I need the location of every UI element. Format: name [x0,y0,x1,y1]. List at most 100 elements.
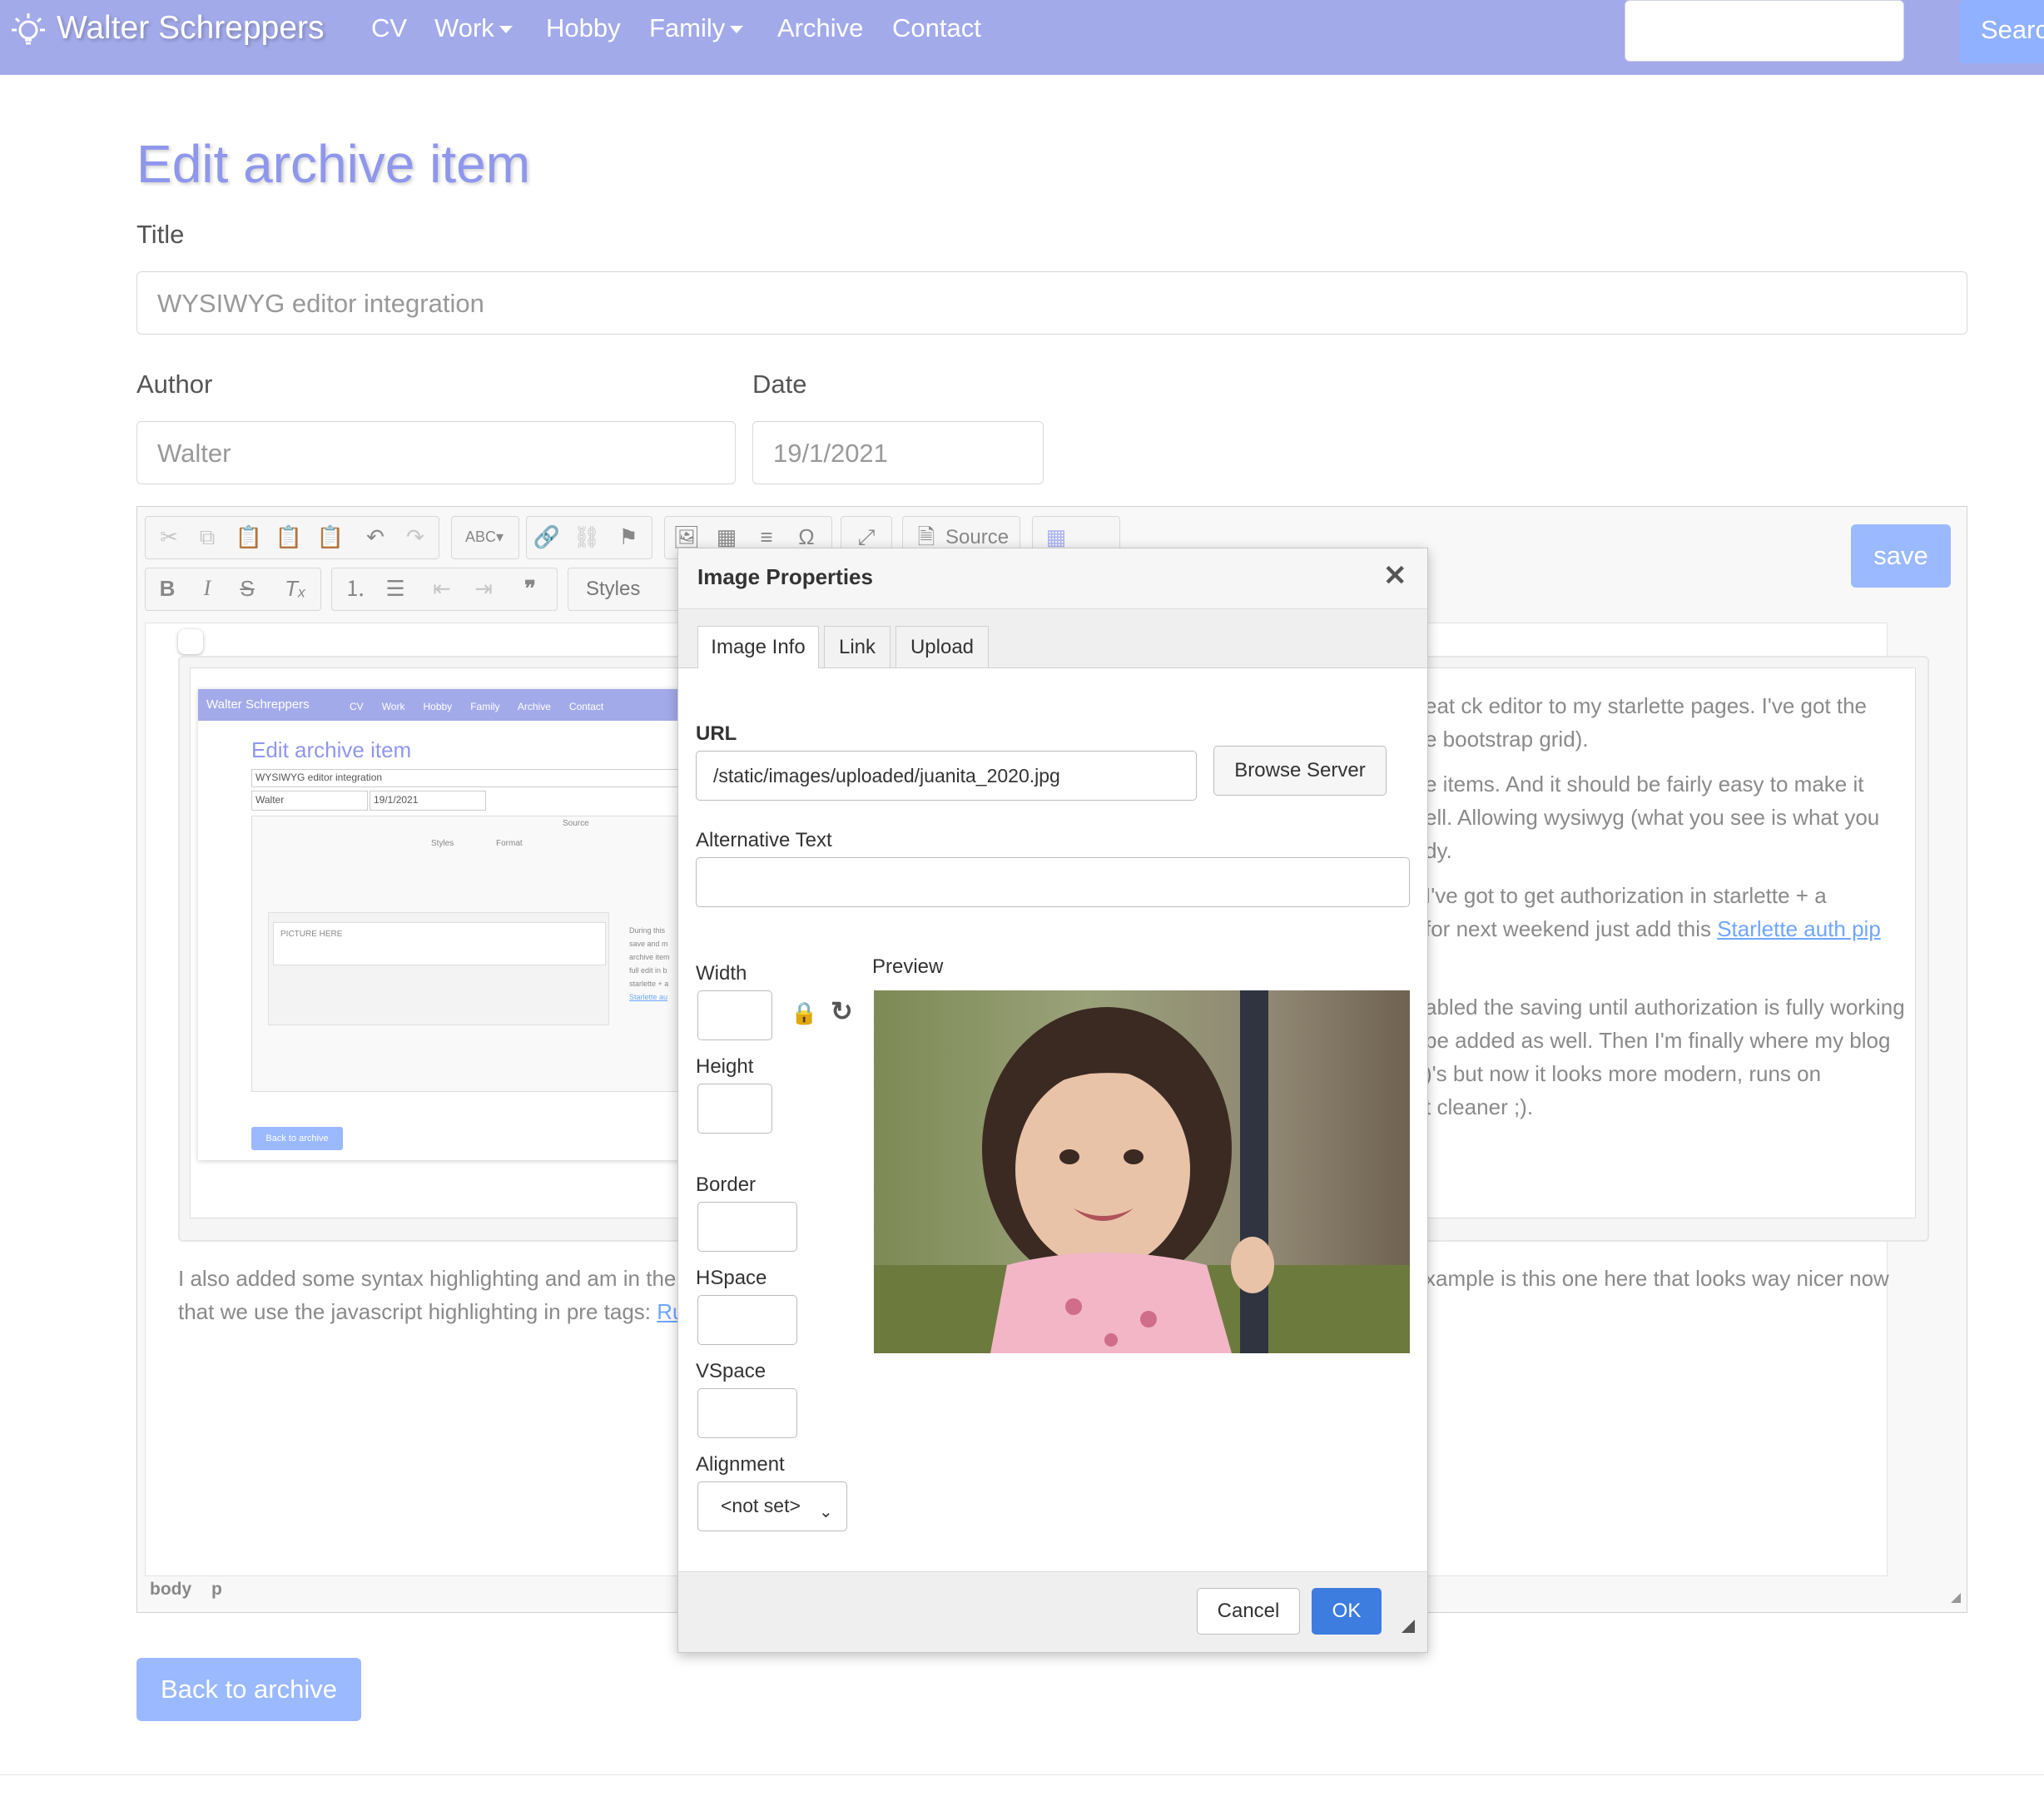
alignment-select-value: <not set> [721,1495,801,1516]
paste-text-icon[interactable]: 📋 [275,523,303,551]
width-input[interactable] [697,990,772,1040]
search-input[interactable] [1625,0,1904,62]
chevron-down-icon [730,26,744,34]
lock-ratio-icon[interactable]: 🔒 [791,1000,817,1026]
url-label: URL [696,722,737,745]
show-blocks-icon[interactable]: ▦ [1042,523,1070,551]
element-path: body p [150,1580,222,1600]
blockquote-icon[interactable]: ❞ [516,574,544,603]
back-to-archive-button[interactable]: Back to archive [136,1658,361,1721]
starlette-auth-link[interactable]: Starlette auth pip [1717,916,1881,941]
preview-label: Preview [872,955,944,978]
alt-text-input[interactable] [696,857,1410,907]
embedded-picture-placeholder: PICTURE HERE [273,922,606,965]
embedded-nav-work: Work [381,701,405,712]
widget-drag-handle[interactable] [178,629,203,654]
text-line: eat ck editor to my starlette pages. I'v… [1425,693,1868,718]
cut-icon[interactable]: ✂ [155,523,183,551]
copy-icon[interactable]: ⧉ [193,523,221,551]
reset-size-icon[interactable]: ↻ [831,995,853,1027]
close-icon[interactable]: ✕ [1383,559,1407,593]
editor-right-paragraphs: eat ck editor to my starlette pages. I'v… [1425,689,1908,1124]
table-icon[interactable]: ▦ [712,523,741,551]
text-line: that we use the javascript highlighting … [178,1299,657,1324]
author-label: Author [136,370,213,399]
border-label: Border [696,1173,757,1196]
tab-image-info[interactable]: Image Info [697,626,819,668]
decrease-indent-icon[interactable]: ⇤ [428,574,456,603]
anchor-flag-icon[interactable]: ⚑ [614,523,642,551]
link-icon[interactable]: 🔗 [533,523,561,551]
border-input[interactable] [697,1202,797,1252]
dialog-resize-handle[interactable] [1402,1620,1415,1633]
nav-archive[interactable]: Archive [777,13,863,43]
height-label: Height [696,1055,754,1078]
remove-format-icon[interactable]: Tₓ [281,574,310,603]
tab-upload[interactable]: Upload [895,626,989,667]
text-line: ell. Allowing wysiwyg (what you see is w… [1425,805,1880,830]
hspace-label: HSpace [696,1267,767,1289]
maximize-icon[interactable]: ⤢ [852,523,881,551]
embedded-nav-contact: Contact [568,701,604,712]
text-line: dy. [1425,838,1452,863]
path-body[interactable]: body [150,1580,191,1599]
date-input[interactable]: 19/1/2021 [752,421,1044,484]
unlink-icon[interactable]: ⛓ [573,523,601,551]
redo-icon[interactable]: ↷ [401,523,429,551]
bottom-paragraph-right: xample is this one here that looks way n… [1425,1266,1889,1291]
cancel-button[interactable]: Cancel [1197,1588,1300,1635]
height-input[interactable] [697,1084,772,1134]
italic-icon[interactable]: I [193,574,221,603]
tab-link[interactable]: Link [824,626,891,667]
text-line: I've got to get authorization in starlet… [1425,883,1827,908]
numbered-list-icon[interactable]: ⒈ [341,574,370,603]
special-char-icon[interactable]: Ω [792,523,821,551]
nav-cv[interactable]: CV [371,13,407,43]
text-line: )'s but now it looks more modern, runs o… [1425,1061,1822,1086]
embedded-date-input: 19/1/2021 [370,791,486,811]
embedded-nav-family: Family [470,701,500,712]
title-input[interactable]: WYSIWYG editor integration [136,271,1967,335]
embedded-nav-cv: CV [350,701,364,712]
text-line: I also added some syntax highlighting an… [178,1266,677,1291]
source-icon: 🗎 [917,524,935,549]
save-button[interactable]: save [1851,524,1951,588]
url-input[interactable]: /static/images/uploaded/juanita_2020.jpg [696,751,1197,801]
image-icon[interactable]: 🖼 [672,523,701,551]
author-input[interactable]: Walter [136,421,736,484]
path-p[interactable]: p [211,1580,222,1599]
text-line-with-link: for next weekend just add this Starlette… [1425,912,1908,945]
horizontal-line-icon[interactable]: ≡ [752,523,781,551]
ok-button[interactable]: OK [1312,1588,1382,1635]
nav-hobby[interactable]: Hobby [546,13,621,43]
bulleted-list-icon[interactable]: ☰ [381,574,409,603]
hspace-input[interactable] [697,1295,797,1345]
editor-resize-handle[interactable] [1951,1593,1961,1603]
embedded-brand-text: Walter Schreppers [206,697,310,712]
increase-indent-icon[interactable]: ⇥ [469,574,498,603]
search-button[interactable]: Searc [1959,0,2044,63]
bold-icon[interactable]: B [153,574,181,603]
nav-contact[interactable]: Contact [892,13,981,43]
nav-family-label: Family [649,13,726,42]
brand-name[interactable]: Walter Schreppers [57,10,325,47]
nav-family[interactable]: Family [649,13,744,43]
vspace-input[interactable] [697,1388,797,1438]
spellcheck-icon[interactable]: ABC▾ [461,523,508,551]
source-button-label: Source [945,526,1010,548]
styles-dropdown-label: Styles [586,578,641,600]
strikethrough-icon[interactable]: S [233,574,261,603]
text-line: t cleaner ;). [1425,1094,1534,1119]
undo-icon[interactable]: ↶ [361,523,389,551]
lightbulb-icon [12,13,45,45]
embedded-nav-links: CV Work Hobby Family Archive Contact [350,701,603,712]
nav-work[interactable]: Work [434,13,513,43]
date-label: Date [752,370,807,399]
embedded-brand: Walter Schreppers [206,697,310,712]
paste-icon[interactable]: 📋 [235,523,263,551]
paste-word-icon[interactable]: 📋 [316,523,345,551]
browse-server-button[interactable]: Browse Server [1213,746,1387,796]
embedded-title-input: WYSIWYG editor integration [251,769,697,787]
embedded-nav-hobby: Hobby [423,701,453,712]
embedded-nav-archive: Archive [517,701,551,712]
